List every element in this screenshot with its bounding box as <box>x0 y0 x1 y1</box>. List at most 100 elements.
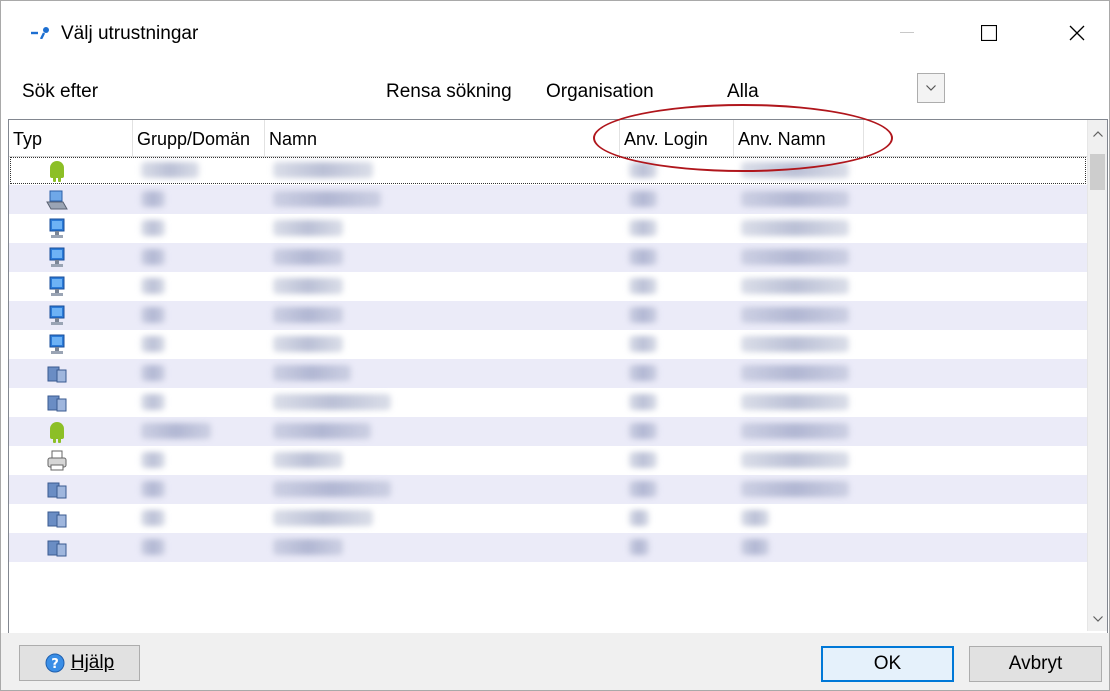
name-cell-redacted <box>273 365 351 381</box>
type-cell <box>9 330 133 359</box>
column-header-typ[interactable]: Typ <box>9 120 133 156</box>
login-cell-redacted <box>629 249 657 265</box>
scroll-down-button[interactable] <box>1088 609 1107 629</box>
type-cell <box>9 417 133 446</box>
table-row[interactable] <box>9 475 1087 504</box>
table-row[interactable] <box>9 214 1087 243</box>
name-cell-redacted <box>273 191 381 207</box>
group-cell-redacted <box>141 394 165 410</box>
table-row[interactable] <box>9 446 1087 475</box>
help-button-label: Hjälp <box>70 652 115 673</box>
username-cell-redacted <box>741 481 849 497</box>
table-row[interactable] <box>9 185 1087 214</box>
login-cell-redacted <box>629 162 657 178</box>
username-cell-redacted <box>741 278 849 294</box>
username-cell-redacted <box>741 336 849 352</box>
group-cell-redacted <box>141 423 211 439</box>
chevron-down-icon <box>926 85 936 91</box>
scroll-thumb[interactable] <box>1090 154 1105 190</box>
type-cell <box>9 359 133 388</box>
group-cell-redacted <box>141 452 165 468</box>
type-cell <box>9 243 133 272</box>
scroll-up-button[interactable] <box>1088 124 1107 144</box>
type-cell <box>9 272 133 301</box>
username-cell-redacted <box>741 539 769 555</box>
android-icon <box>45 160 69 182</box>
name-cell-redacted <box>273 539 343 555</box>
name-cell-redacted <box>273 162 373 178</box>
ok-button[interactable]: OK <box>821 646 954 682</box>
column-header-grupp-doman[interactable]: Grupp/Domän <box>133 120 265 156</box>
server-icon <box>45 363 69 385</box>
equipment-grid: Typ Grupp/Domän Namn Anv. Login Anv. Nam… <box>8 119 1108 634</box>
organisation-dropdown-button[interactable] <box>917 73 945 103</box>
clear-search-link[interactable]: Rensa sökning <box>386 81 512 103</box>
cancel-button[interactable]: Avbryt <box>969 646 1102 682</box>
type-cell <box>9 446 133 475</box>
login-cell-redacted <box>629 394 657 410</box>
username-cell-redacted <box>741 423 849 439</box>
username-cell-redacted <box>741 162 849 178</box>
help-icon: ? <box>45 653 65 673</box>
type-cell <box>9 301 133 330</box>
table-row[interactable] <box>9 533 1087 562</box>
table-row[interactable] <box>9 388 1087 417</box>
table-row[interactable] <box>9 417 1087 446</box>
name-cell-redacted <box>273 249 343 265</box>
group-cell-redacted <box>141 539 165 555</box>
chevron-up-icon <box>1092 131 1103 137</box>
vertical-scrollbar[interactable] <box>1087 120 1107 631</box>
login-cell-redacted <box>629 278 657 294</box>
desktop-icon <box>45 334 69 356</box>
table-row[interactable] <box>9 156 1087 185</box>
chevron-down-icon <box>1092 616 1103 622</box>
name-cell-redacted <box>273 394 391 410</box>
table-row[interactable] <box>9 243 1087 272</box>
grid-header: Typ Grupp/Domän Namn Anv. Login Anv. Nam… <box>9 120 1087 157</box>
username-cell-redacted <box>741 220 849 236</box>
username-cell-redacted <box>741 249 849 265</box>
title-bar: Välj utrustningar <box>1 1 1109 65</box>
username-cell-redacted <box>741 191 849 207</box>
column-header-anv-login[interactable]: Anv. Login <box>620 120 734 156</box>
name-cell-redacted <box>273 220 343 236</box>
table-row[interactable] <box>9 359 1087 388</box>
name-cell-redacted <box>273 307 343 323</box>
name-cell-redacted <box>273 423 371 439</box>
table-row[interactable] <box>9 330 1087 359</box>
table-row[interactable] <box>9 301 1087 330</box>
login-cell-redacted <box>629 307 657 323</box>
group-cell-redacted <box>141 510 165 526</box>
search-label: Sök efter <box>22 81 99 102</box>
name-cell-redacted <box>273 452 343 468</box>
group-cell-redacted <box>141 365 165 381</box>
organisation-select-value[interactable]: Alla <box>727 81 759 103</box>
printer-icon <box>45 450 69 472</box>
type-cell <box>9 156 133 185</box>
type-cell <box>9 504 133 533</box>
name-cell-redacted <box>273 336 343 352</box>
android-icon <box>45 421 69 443</box>
group-cell-redacted <box>141 220 165 236</box>
username-cell-redacted <box>741 394 849 410</box>
name-cell-redacted <box>273 278 343 294</box>
table-row[interactable] <box>9 272 1087 301</box>
laptop-icon <box>45 189 69 211</box>
help-button[interactable]: ? Hjälp <box>19 645 140 681</box>
minimize-button[interactable] <box>877 1 937 65</box>
desktop-icon <box>45 218 69 240</box>
organisation-label: Organisation <box>546 81 654 102</box>
username-cell-redacted <box>741 452 849 468</box>
maximize-button[interactable] <box>959 1 1019 65</box>
close-button[interactable] <box>1047 1 1107 65</box>
column-header-namn[interactable]: Namn <box>265 120 620 156</box>
minimize-icon <box>900 32 914 33</box>
name-cell-redacted <box>273 481 391 497</box>
type-cell <box>9 185 133 214</box>
server-icon <box>45 537 69 559</box>
type-cell <box>9 214 133 243</box>
column-header-anv-namn[interactable]: Anv. Namn <box>734 120 864 156</box>
login-cell-redacted <box>629 539 649 555</box>
table-row[interactable] <box>9 504 1087 533</box>
server-icon <box>45 392 69 414</box>
